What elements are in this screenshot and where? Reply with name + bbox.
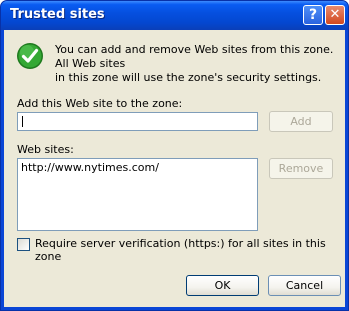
list-item[interactable]: http://www.nytimes.com/ — [21, 161, 159, 174]
help-button[interactable]: ? — [303, 5, 323, 25]
close-icon: ✕ — [329, 7, 341, 22]
zone-info-text: You can add and remove Web sites from th… — [55, 43, 334, 84]
ok-button[interactable]: OK — [186, 275, 259, 296]
require-verification-checkbox[interactable] — [17, 238, 30, 251]
remove-button[interactable]: Remove — [269, 158, 333, 179]
text-caret — [22, 116, 23, 127]
title-bar[interactable]: Trusted sites ? ✕ — [1, 1, 348, 30]
checkmark-icon — [17, 43, 43, 69]
add-site-label: Add this Web site to the zone: — [17, 97, 183, 110]
help-icon: ? — [308, 7, 318, 23]
require-verification-label: Require server verification (https:) for… — [35, 237, 326, 263]
cancel-button[interactable]: Cancel — [268, 275, 341, 296]
close-button[interactable]: ✕ — [325, 5, 345, 25]
trusted-sites-dialog: Trusted sites ? ✕ You can add and remove… — [0, 0, 349, 311]
web-sites-list[interactable]: http://www.nytimes.com/ — [17, 158, 258, 231]
add-site-input[interactable] — [17, 112, 258, 131]
add-button[interactable]: Add — [269, 111, 333, 132]
web-sites-label: Web sites: — [17, 143, 74, 156]
dialog-body: You can add and remove Web sites from th… — [4, 30, 345, 307]
window-title: Trusted sites — [10, 7, 105, 22]
